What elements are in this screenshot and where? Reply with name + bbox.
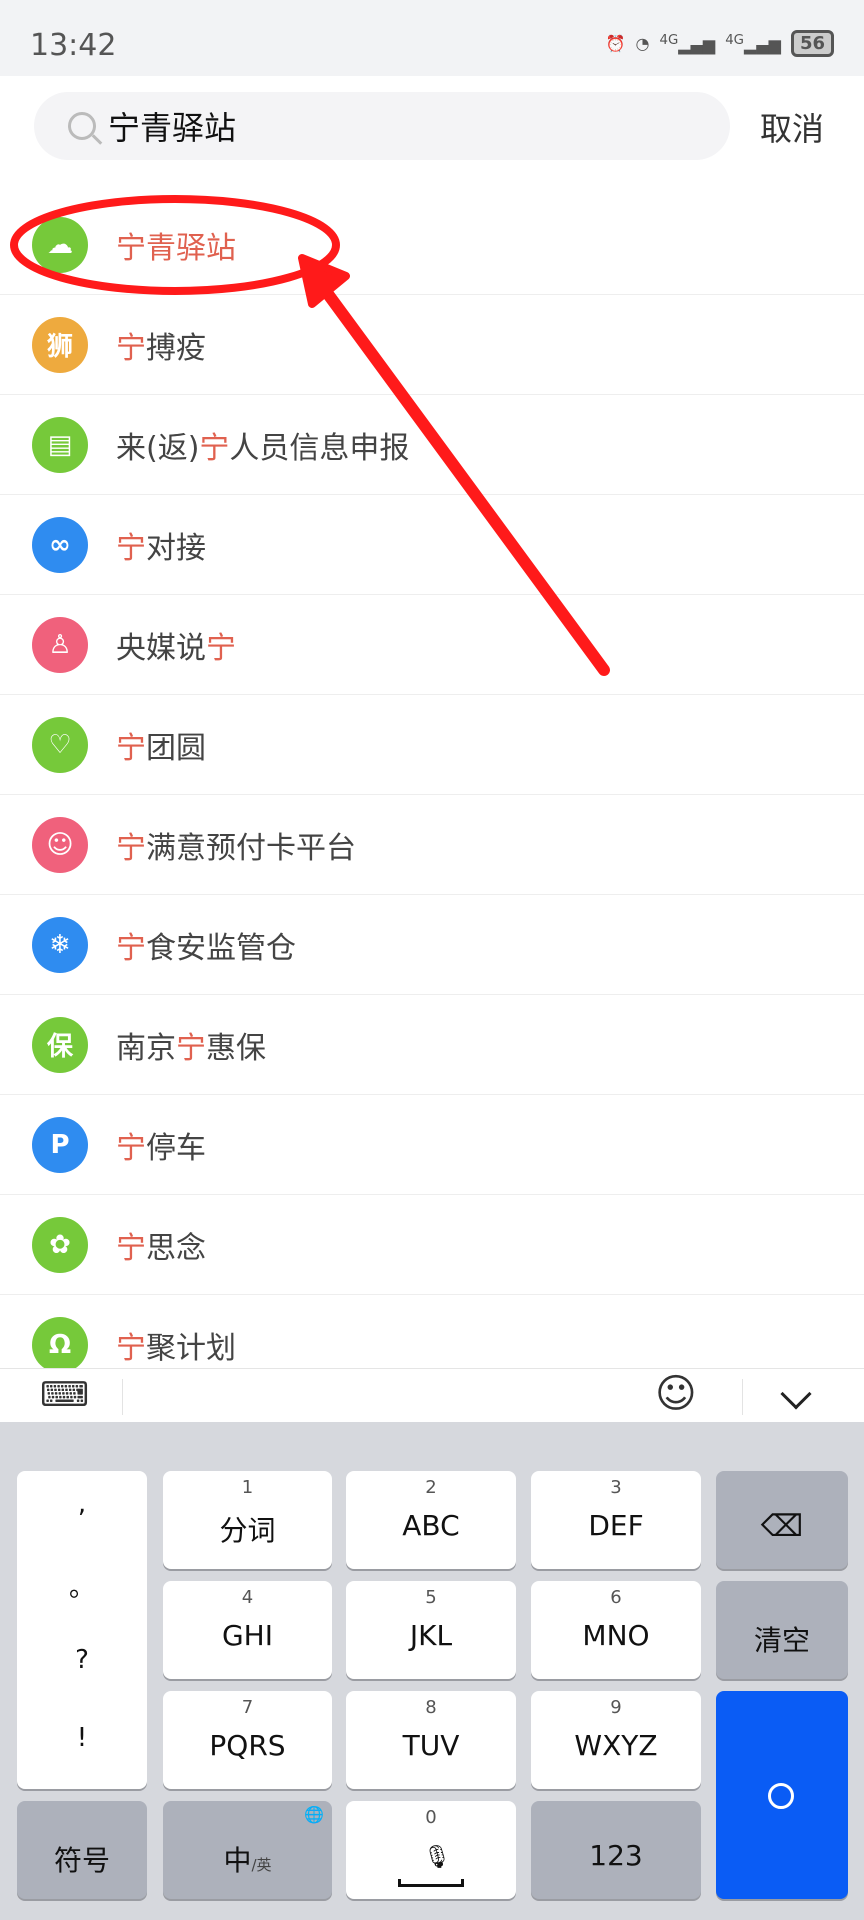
app-icon: ❄ [32, 916, 88, 973]
punctuation-key[interactable]: 。 [17, 1567, 147, 1604]
result-label: 宁停车 [116, 1130, 206, 1166]
app-icon: 保 [32, 1016, 88, 1073]
key-6[interactable]: 6 MNO [531, 1581, 701, 1679]
app-icon: P [32, 1116, 88, 1173]
language-switch-key[interactable]: 🌐 中/英 [163, 1801, 332, 1899]
numbers-key[interactable]: 123 [531, 1801, 701, 1899]
globe-icon: 🌐 [304, 1805, 324, 1824]
microphone-icon: 🎙 [423, 1845, 451, 1870]
keyboard-toolbar: ⌨ ☺ [0, 1368, 864, 1422]
key-7[interactable]: 7 PQRS [163, 1691, 332, 1789]
collapse-keyboard-icon[interactable] [780, 1378, 812, 1410]
red-arrow-shaft [319, 284, 610, 676]
result-label: 南京宁惠保 [116, 1030, 266, 1066]
space-key[interactable]: 0 🎙 [346, 1801, 516, 1899]
symbols-key[interactable]: 符号 [17, 1801, 147, 1899]
search-icon [768, 1783, 794, 1809]
backspace-key[interactable]: ⌫ [716, 1471, 848, 1569]
punctuation-key[interactable]: ! [17, 1723, 147, 1753]
backspace-icon: ⌫ [760, 1509, 804, 1544]
result-label: 宁聚计划 [116, 1330, 236, 1366]
key-4[interactable]: 4 GHI [163, 1581, 332, 1679]
keyboard: , 。?! ⌫ 清空 符号 🌐 中/英 0 🎙 123 1 分词 2 ABC 3 DEF 4 GHI… [0, 1422, 864, 1920]
punctuation-column[interactable]: , 。?! [17, 1471, 147, 1789]
annotation-overlay [10, 195, 610, 676]
red-circle-annotation [10, 195, 340, 295]
result-item[interactable]: 保南京宁惠保 [0, 995, 864, 1095]
key-9[interactable]: 9 WXYZ [531, 1691, 701, 1789]
key-2[interactable]: 2 ABC [346, 1471, 516, 1569]
search-key[interactable] [716, 1691, 848, 1899]
result-label: 宁思念 [116, 1230, 206, 1266]
result-item[interactable]: P 宁停车 [0, 1095, 864, 1195]
app-icon: ✿ [32, 1216, 88, 1273]
red-arrow-head [298, 254, 350, 308]
key-3[interactable]: 3 DEF [531, 1471, 701, 1569]
key-1[interactable]: 1 分词 [163, 1471, 332, 1569]
punctuation-key[interactable]: , [17, 1489, 147, 1519]
result-label: 宁食安监管仓 [116, 930, 296, 966]
key-5[interactable]: 5 JKL [346, 1581, 516, 1679]
punctuation-key[interactable]: ? [17, 1645, 147, 1675]
clear-key[interactable]: 清空 [716, 1581, 848, 1679]
keyboard-settings-icon[interactable]: ⌨ [40, 1375, 89, 1415]
emoji-icon[interactable]: ☺ [655, 1371, 697, 1417]
key-8[interactable]: 8 TUV [346, 1691, 516, 1789]
app-icon: Ω [32, 1316, 88, 1373]
result-item[interactable]: ❄ 宁食安监管仓 [0, 895, 864, 995]
result-item[interactable]: ✿ 宁思念 [0, 1195, 864, 1295]
